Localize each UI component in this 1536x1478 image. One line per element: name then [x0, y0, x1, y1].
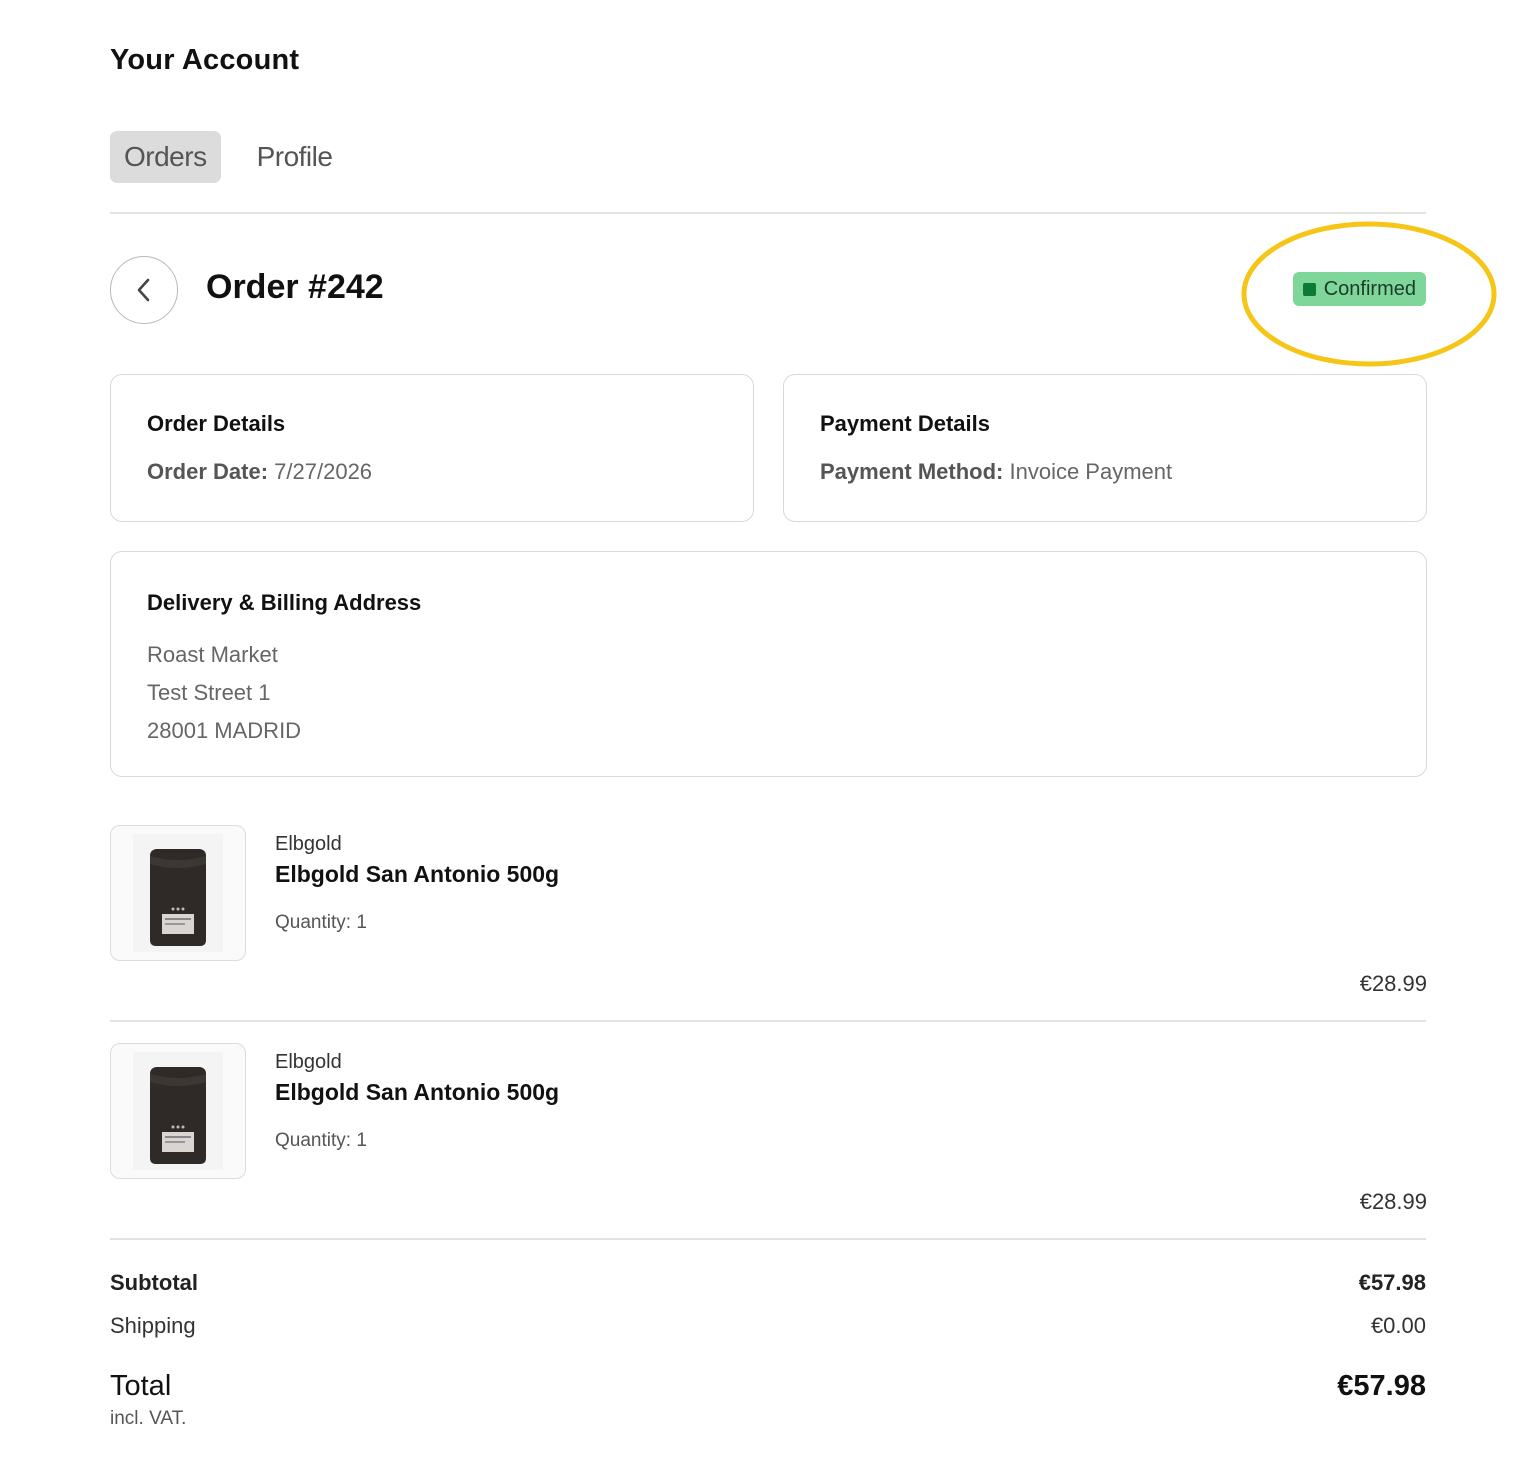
- payment-details-title: Payment Details: [820, 411, 990, 436]
- product-price: €28.99: [1359, 971, 1427, 996]
- payment-method-value: Invoice Payment: [1009, 459, 1173, 484]
- product-image[interactable]: [110, 825, 246, 961]
- chevron-left-icon: [137, 278, 150, 302]
- subtotal-value: €57.98: [1358, 1270, 1426, 1295]
- address-line: Test Street 1: [147, 680, 271, 705]
- status-badge: Confirmed: [1292, 272, 1426, 306]
- payment-method-label: Payment Method:: [820, 459, 1004, 484]
- address-line: 28001 MADRID: [147, 718, 302, 743]
- coffee-bag-icon: [133, 1052, 223, 1170]
- product-quantity: Quantity: 1: [275, 1130, 367, 1151]
- product-price: €28.99: [1359, 1189, 1427, 1214]
- order-details-card: Order Details Order Date: 7/27/2026: [110, 374, 754, 522]
- order-date: Order Date: 7/27/2026: [147, 459, 753, 485]
- status-badge-label: Confirmed: [1323, 277, 1416, 300]
- product-brand: Elbgold: [275, 1051, 342, 1073]
- account-tabs: Orders Profile: [110, 131, 346, 183]
- total-value: €57.98: [1337, 1370, 1426, 1402]
- product-brand: Elbgold: [275, 833, 342, 855]
- back-button[interactable]: [110, 256, 178, 324]
- payment-details-card: Payment Details Payment Method: Invoice …: [783, 374, 1427, 522]
- coffee-bag-icon: [133, 834, 223, 952]
- summary-divider: [110, 1238, 1426, 1240]
- address-line: Roast Market: [147, 642, 278, 667]
- page-title: Your Account: [110, 44, 300, 76]
- shipping-label: Shipping: [110, 1313, 196, 1338]
- order-item: Elbgold Elbgold San Antonio 500g Quantit…: [110, 1043, 1427, 1223]
- status-dot-icon: [1302, 282, 1316, 296]
- address-lines: Roast Market Test Street 1 28001 MADRID: [147, 636, 1426, 750]
- order-date-label: Order Date:: [147, 459, 269, 484]
- order-title: Order #242: [206, 268, 384, 306]
- tab-orders[interactable]: Orders: [110, 131, 221, 183]
- total-row: Total €57.98: [110, 1370, 1426, 1403]
- product-image[interactable]: [110, 1043, 246, 1179]
- vat-note: incl. VAT.: [110, 1408, 187, 1429]
- subtotal-row: Subtotal €57.98: [110, 1270, 1426, 1296]
- shipping-row: Shipping €0.00: [110, 1313, 1426, 1339]
- product-quantity: Quantity: 1: [275, 912, 367, 933]
- order-date-value: 7/27/2026: [274, 459, 373, 484]
- product-name[interactable]: Elbgold San Antonio 500g: [275, 1079, 559, 1106]
- tab-profile[interactable]: Profile: [239, 131, 347, 183]
- payment-method: Payment Method: Invoice Payment: [820, 459, 1426, 485]
- subtotal-label: Subtotal: [110, 1270, 198, 1295]
- product-name[interactable]: Elbgold San Antonio 500g: [275, 861, 559, 888]
- total-label: Total: [110, 1370, 172, 1402]
- tabs-divider: [110, 212, 1426, 214]
- shipping-value: €0.00: [1370, 1313, 1426, 1338]
- order-details-title: Order Details: [147, 411, 286, 436]
- item-divider: [110, 1020, 1426, 1022]
- order-item: Elbgold Elbgold San Antonio 500g Quantit…: [110, 825, 1427, 1005]
- address-card: Delivery & Billing Address Roast Market …: [110, 551, 1427, 777]
- address-title: Delivery & Billing Address: [147, 590, 422, 615]
